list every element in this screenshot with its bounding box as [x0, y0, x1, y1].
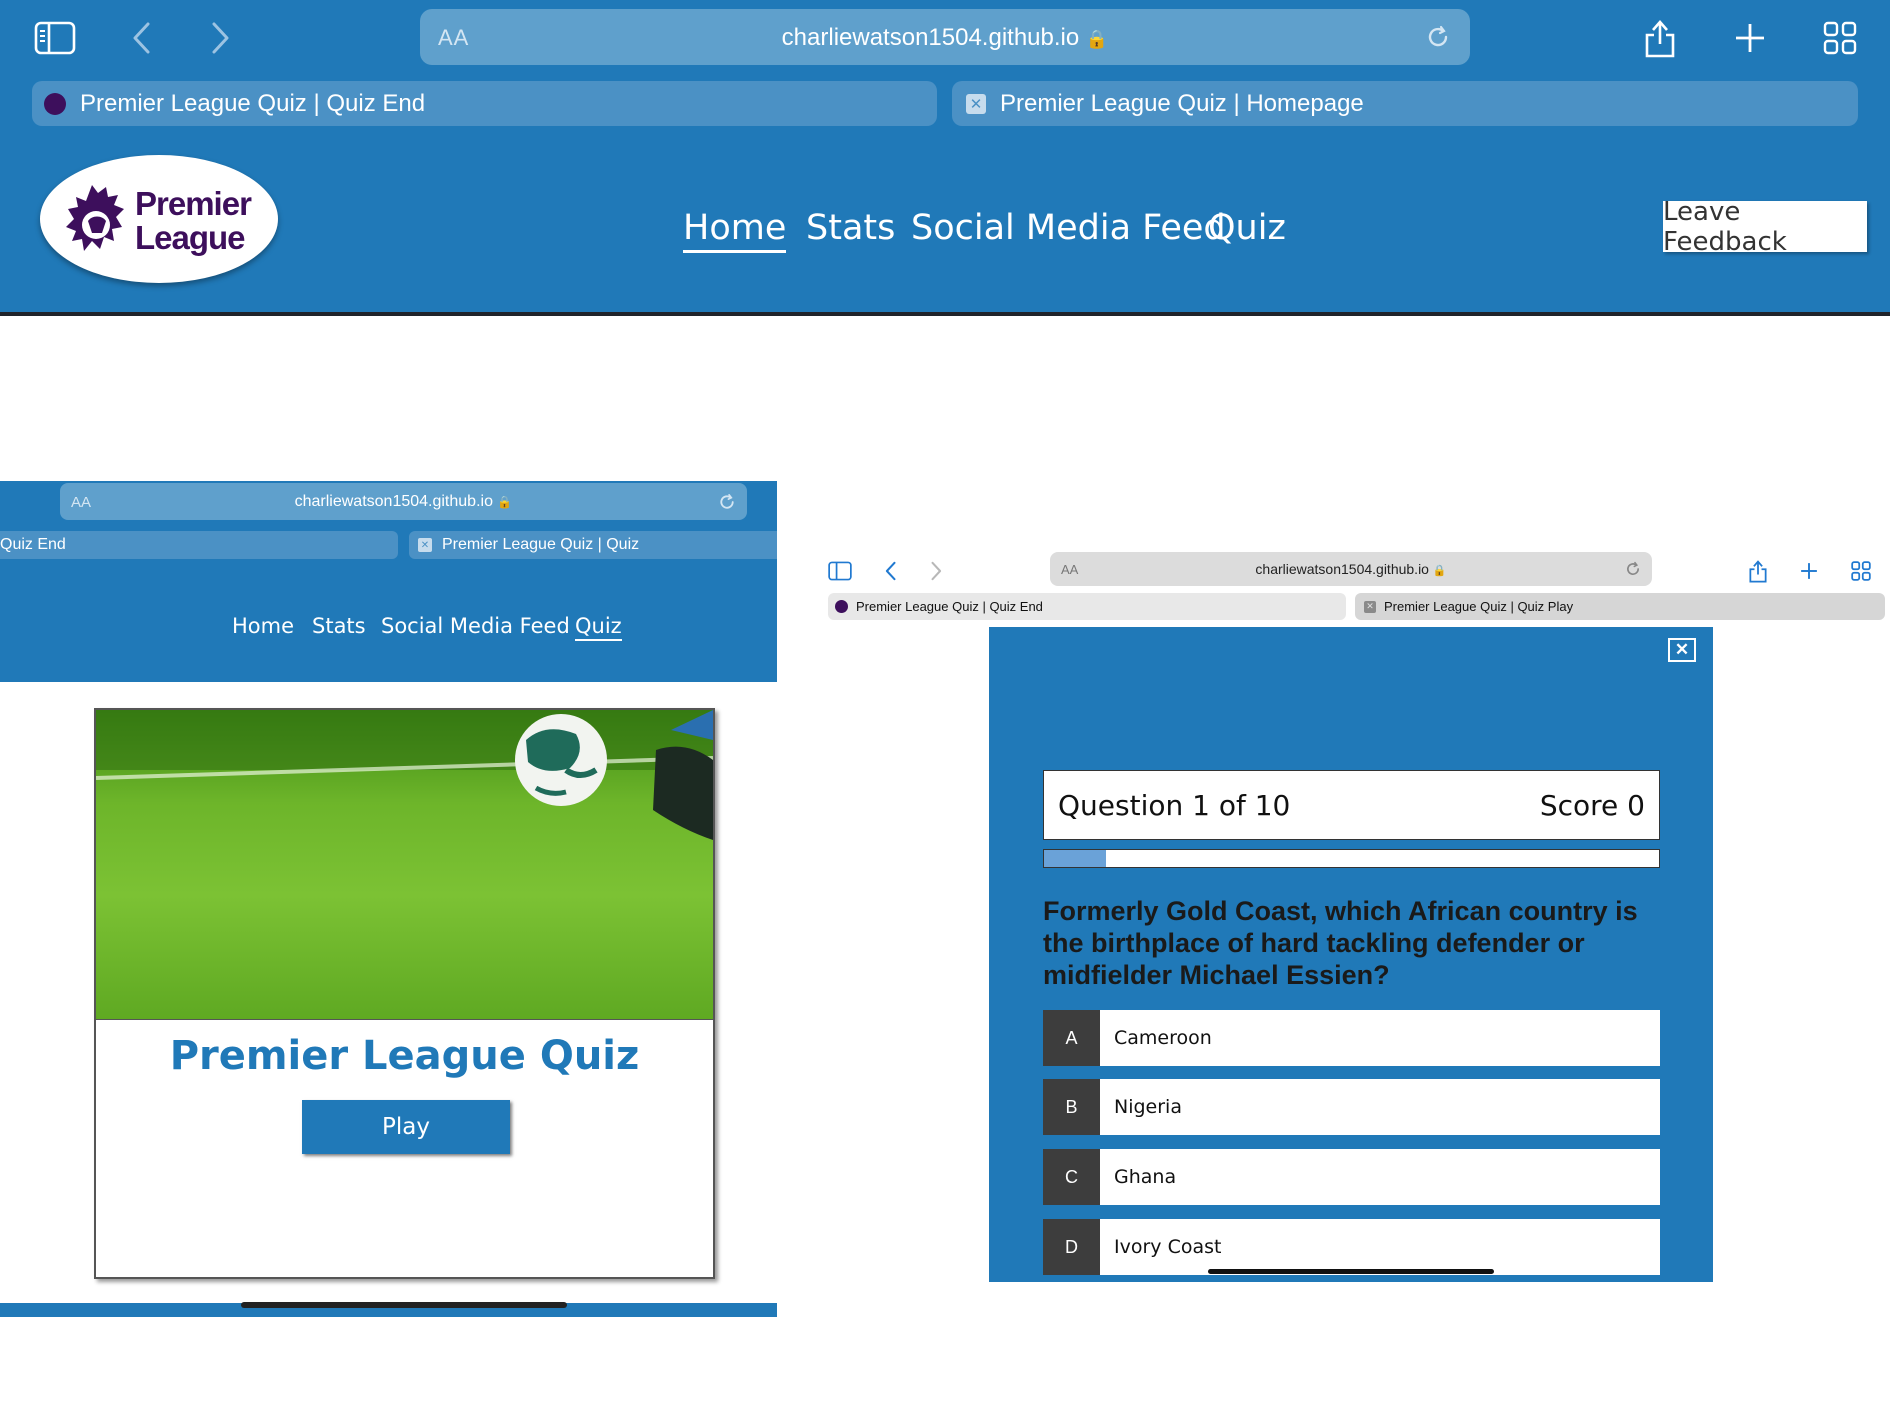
answer-letter: B [1043, 1079, 1100, 1135]
url-domain: charliewatson1504.github.io 🔒 [1255, 561, 1447, 577]
reload-icon[interactable] [717, 492, 737, 512]
football-pitch-image [96, 710, 713, 1020]
close-tab-icon[interactable]: ✕ [418, 538, 432, 552]
home-indicator[interactable] [1208, 1269, 1494, 1274]
logo-line2: League [135, 219, 246, 256]
nav-home[interactable]: Home [683, 208, 787, 253]
home-indicator[interactable] [241, 1302, 567, 1308]
nav-stats[interactable]: Stats [806, 208, 895, 248]
leave-feedback-button[interactable]: Leave Feedback [1663, 197, 1867, 257]
quiz-hud: Question 1 of 10 Score 0 [1043, 770, 1660, 840]
tab-label: Premier League Quiz | Quiz [442, 536, 640, 553]
tab-quiz-end[interactable]: Quiz End [0, 531, 398, 559]
close-tab-icon[interactable]: ✕ [1364, 600, 1376, 613]
nav-quiz[interactable]: Quiz [1208, 208, 1286, 248]
nav-quiz[interactable]: Quiz [575, 614, 622, 641]
tab-overview-icon[interactable] [1847, 557, 1875, 585]
answer-text: Cameroon [1114, 1027, 1212, 1049]
hero-image-edge [0, 312, 1890, 316]
close-quiz-button[interactable]: ✕ [1668, 638, 1696, 662]
logo-line1: Premier [135, 185, 252, 222]
tab-label: Premier League Quiz | Quiz End [80, 89, 426, 117]
quiz-progress-bar [1043, 849, 1660, 868]
site-header: AA charliewatson1504.github.io 🔒 Quiz En… [0, 481, 777, 682]
url-domain: charliewatson1504.github.io 🔒 [781, 24, 1109, 51]
quiz-progress-fill [1044, 850, 1106, 867]
question-text: Formerly Gold Coast, which African count… [1043, 896, 1638, 990]
tab-quiz-end[interactable]: Premier League Quiz | Quiz End [32, 81, 937, 126]
quiz-card-title: Premier League Quiz [169, 1033, 640, 1079]
new-tab-icon[interactable] [1795, 557, 1823, 585]
reload-icon[interactable] [1424, 23, 1452, 51]
pl-favicon-icon [44, 92, 66, 115]
nav-stats[interactable]: Stats [312, 614, 366, 638]
tab-quiz-play[interactable]: ✕ Premier League Quiz | Quiz Play [1355, 593, 1885, 620]
share-icon[interactable] [1636, 14, 1684, 62]
tab-homepage[interactable]: ✕ Premier League Quiz | Homepage [952, 81, 1858, 126]
tab-quiz-end[interactable]: Premier League Quiz | Quiz End [828, 593, 1346, 620]
back-icon[interactable] [118, 14, 166, 62]
tab-label: Premier League Quiz | Homepage [1000, 89, 1364, 117]
tab-quiz[interactable]: ✕ Premier League Quiz | Quiz [409, 531, 777, 559]
answer-letter: C [1043, 1149, 1100, 1205]
top-screenshot: AA charliewatson1504.github.io 🔒 Premier… [0, 0, 1890, 316]
address-bar[interactable]: AA charliewatson1504.github.io 🔒 [60, 483, 747, 520]
lock-icon: 🔒 [497, 495, 513, 509]
answer-text: Ghana [1114, 1166, 1177, 1188]
play-button[interactable]: Play [302, 1100, 510, 1154]
answer-option-c[interactable]: C Ghana [1043, 1149, 1660, 1205]
score-display: Score 0 [1539, 789, 1645, 822]
tab-label: Premier League Quiz | Quiz Play [1384, 599, 1574, 614]
pl-lion-icon [66, 185, 124, 251]
forward-icon[interactable] [196, 14, 244, 62]
tab-label: Premier League Quiz | Quiz End [856, 599, 1043, 614]
back-icon[interactable] [877, 557, 905, 585]
share-icon[interactable] [1744, 557, 1772, 585]
answer-letter: D [1043, 1219, 1100, 1275]
question-counter: Question 1 of 10 [1058, 789, 1291, 822]
answer-text: Nigeria [1114, 1096, 1182, 1118]
nav-social-media-feed[interactable]: Social Media Feed [381, 614, 570, 638]
forward-icon[interactable] [922, 557, 950, 585]
answer-text: Ivory Coast [1114, 1236, 1222, 1258]
nav-home[interactable]: Home [232, 614, 294, 638]
answer-option-b[interactable]: B Nigeria [1043, 1079, 1660, 1135]
tab-overview-icon[interactable] [1816, 14, 1864, 62]
sidebar-icon[interactable] [826, 557, 854, 585]
nav-social-media-feed[interactable]: Social Media Feed [911, 208, 1226, 248]
new-tab-icon[interactable] [1726, 14, 1774, 62]
answer-option-d[interactable]: D Ivory Coast [1043, 1219, 1660, 1275]
close-tab-icon[interactable]: ✕ [966, 93, 986, 114]
reload-icon[interactable] [1624, 560, 1642, 578]
address-bar[interactable]: AA charliewatson1504.github.io 🔒 [1050, 552, 1652, 586]
sidebar-icon[interactable] [31, 14, 79, 62]
address-bar[interactable]: AA charliewatson1504.github.io 🔒 [420, 9, 1470, 65]
bottom-right-screenshot: AA charliewatson1504.github.io 🔒 Premier… [826, 548, 1890, 1282]
pl-favicon-icon [835, 600, 848, 613]
quiz-panel: ✕ Question 1 of 10 Score 0 Formerly Gold… [989, 627, 1713, 1282]
football-icon [96, 710, 713, 840]
url-domain: charliewatson1504.github.io 🔒 [294, 493, 513, 510]
lock-icon: 🔒 [1432, 565, 1447, 577]
tab-label: Quiz End [0, 536, 66, 553]
close-icon: ✕ [1674, 640, 1690, 659]
premier-league-logo[interactable]: Premier League [40, 155, 278, 283]
answer-letter: A [1043, 1010, 1100, 1066]
bottom-left-screenshot: AA charliewatson1504.github.io 🔒 Quiz En… [0, 481, 777, 1317]
lock-icon: 🔒 [1085, 29, 1109, 49]
quiz-card: Premier League Quiz Play [94, 708, 715, 1279]
answer-option-a[interactable]: A Cameroon [1043, 1010, 1660, 1066]
